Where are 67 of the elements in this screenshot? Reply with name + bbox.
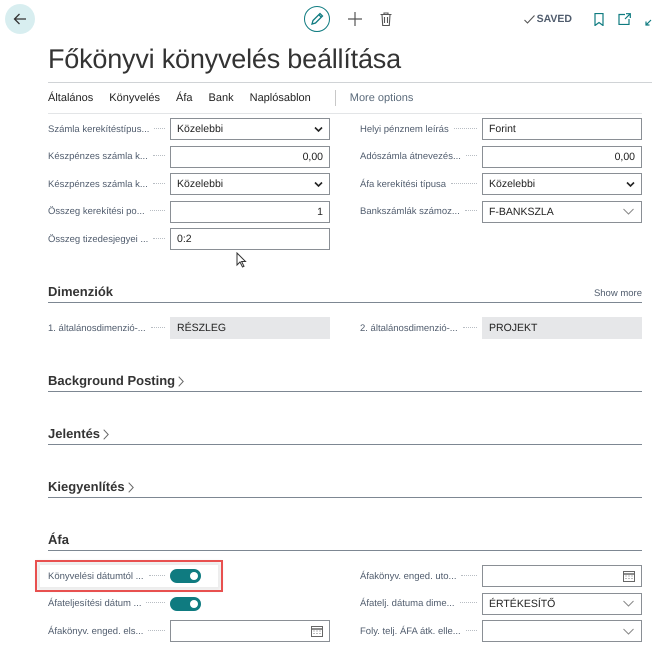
edit-button[interactable] (304, 6, 330, 32)
field-label: Adószámla átnevezés... (360, 151, 461, 162)
chevron-right-icon[interactable] (128, 482, 134, 493)
dropdown-field[interactable]: Közelebbi (170, 173, 330, 195)
field-label: Készpénzes számla k... (48, 151, 148, 162)
date-field[interactable] (170, 620, 330, 642)
trash-icon[interactable] (380, 12, 392, 26)
dropdown-field[interactable]: Közelebbi (482, 173, 642, 195)
calendar-icon[interactable] (311, 625, 323, 637)
nav-tab[interactable]: Általános (48, 92, 94, 104)
date-field[interactable] (482, 565, 642, 587)
field-label: Áfakönyv. enged. els... (48, 626, 144, 636)
readonly-field: RÉSZLEG (170, 317, 330, 339)
field-label: Számla kerekítéstípus... (48, 124, 150, 134)
chevron-down-icon[interactable] (626, 180, 635, 188)
field-label: Könyvelési dátumtól ... (48, 570, 144, 582)
chevron-down-icon[interactable] (314, 180, 323, 188)
input-field[interactable]: 0:2 (170, 228, 330, 250)
calendar-icon[interactable] (623, 570, 635, 582)
section-heading[interactable]: Jelentés (48, 426, 110, 441)
input-field[interactable]: 1 (170, 200, 330, 222)
toggle-switch[interactable] (170, 569, 201, 583)
field-label: 2. általánosdimenzió-... (360, 322, 458, 334)
bookmark-icon[interactable] (594, 12, 604, 26)
field-label: 1. általánosdimenzió-... (48, 322, 146, 334)
show-more-link[interactable]: Show more (594, 288, 642, 299)
back-arrow-icon[interactable] (13, 13, 27, 25)
nav-tab[interactable]: Könyvelés (109, 92, 160, 104)
collapse-arrow-icon[interactable] (645, 18, 652, 26)
input-field[interactable]: Forint (482, 118, 642, 140)
page-title: Főkönyvi könyvelés beállítása (48, 43, 402, 76)
field-label: Áfakönyv. enged. uto... (360, 570, 456, 582)
nav-tab[interactable]: Naplósablon (250, 92, 311, 104)
more-options-button[interactable]: More options (350, 92, 414, 104)
nav-tab[interactable]: Bank (208, 92, 234, 104)
section-heading[interactable]: Kiegyenlítés (48, 479, 134, 494)
pencil-icon[interactable] (310, 12, 324, 26)
save-status: SAVED (536, 13, 572, 25)
dropdown-field[interactable]: ÉRTÉKESÍTŐ (482, 592, 642, 614)
input-field[interactable]: 0,00 (482, 146, 642, 168)
section-heading[interactable]: Dimenziók (48, 284, 114, 299)
dropdown-field[interactable] (482, 620, 642, 642)
readonly-field: PROJEKT (482, 317, 642, 339)
field-label: Összeg tizedesjegyei ... (48, 234, 148, 244)
section-heading[interactable]: Áfa (48, 532, 69, 547)
mouse-cursor-icon (236, 252, 247, 268)
field-label: Helyi pénznem leírás (360, 124, 449, 134)
toggle-switch[interactable] (170, 596, 201, 610)
input-field[interactable]: 0,00 (170, 146, 330, 168)
field-label: Áfa kerekítési típusa (360, 178, 446, 190)
field-label: Foly. telj. ÁFA átk. elle... (360, 626, 461, 636)
section-heading[interactable]: Background Posting (48, 373, 184, 388)
back-button[interactable] (5, 4, 35, 34)
nav-tab[interactable]: Áfa (176, 92, 193, 104)
field-label: Összeg kerekítési po... (48, 206, 145, 217)
dropdown-field[interactable]: F-BANKSZLA (482, 200, 642, 222)
chevron-right-icon[interactable] (103, 429, 110, 440)
checkmark-icon (524, 14, 535, 24)
field-label: Készpénzes számla k... (48, 178, 148, 190)
chevron-down-icon[interactable] (314, 126, 323, 132)
dropdown-field[interactable]: Közelebbi (170, 118, 330, 140)
chevron-right-icon[interactable] (178, 376, 184, 387)
plus-icon[interactable] (348, 12, 362, 26)
field-label: Bankszámlák számoz... (360, 206, 460, 217)
field-label: Áfateljesítési dátum ... (48, 598, 142, 609)
open-new-window-icon[interactable] (618, 13, 631, 25)
field-label: Áfatelj. dátuma dime... (360, 598, 455, 609)
